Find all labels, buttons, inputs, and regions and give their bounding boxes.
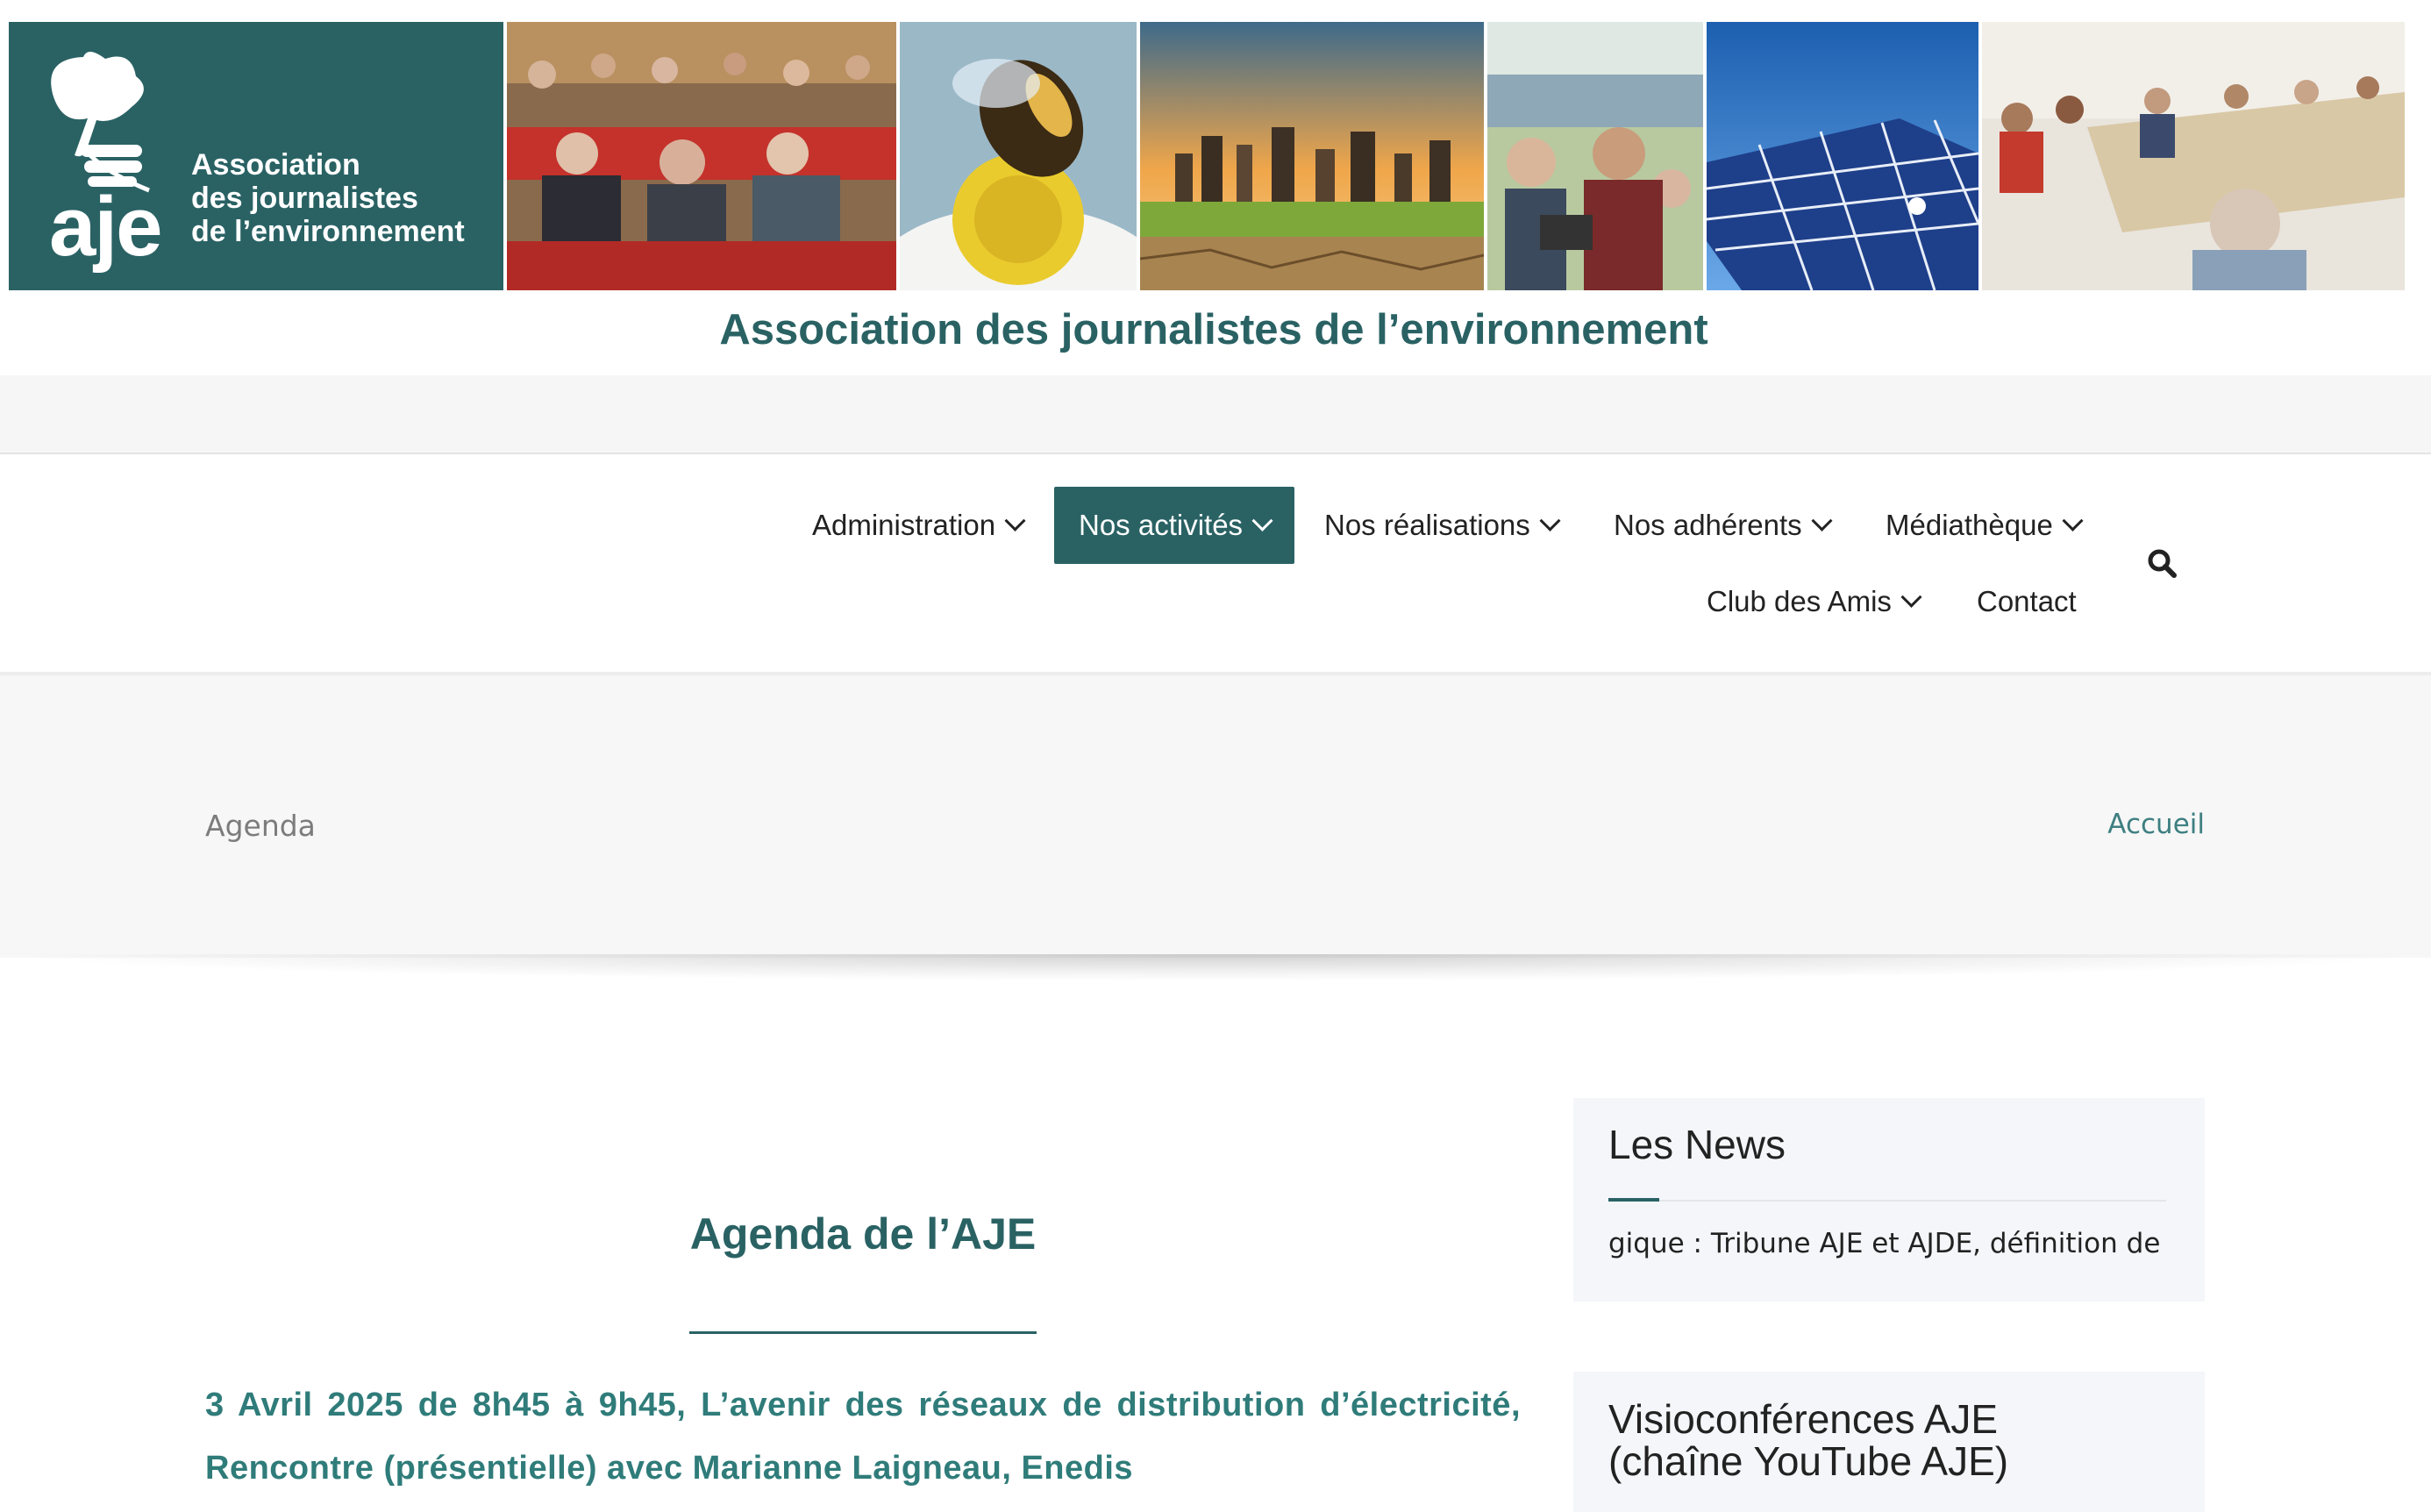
aje-logo[interactable]: aje Association des journalistes de l’en… xyxy=(9,22,503,290)
nav-item-label: Nos activités xyxy=(1079,509,1244,541)
top-bar xyxy=(0,375,2431,454)
nav-item-nos-activites[interactable]: Nos activités xyxy=(1054,487,1295,564)
photo-meeting-room xyxy=(1982,22,2405,290)
logo-line-1: Association xyxy=(191,148,360,182)
nav-item-label: Nos réalisations xyxy=(1324,509,1530,541)
nav-item-mediatheque[interactable]: Médiathèque xyxy=(1861,487,2105,564)
photo-solar-panels xyxy=(1707,22,1978,290)
header-shadow xyxy=(35,954,2396,981)
page-title: Agenda xyxy=(205,809,316,843)
logo-mark-text: aje xyxy=(49,180,162,274)
photo-field-trip xyxy=(1487,22,1703,290)
widget-divider-accent xyxy=(1608,1198,1659,1202)
banner-image-strip[interactable]: aje Association des journalistes de l’en… xyxy=(9,22,2408,290)
site-banner: aje Association des journalistes de l’en… xyxy=(0,0,2431,375)
search-icon[interactable] xyxy=(2145,546,2180,581)
nav-item-label: Administration xyxy=(812,509,996,541)
nav-item-label: Club des Amis xyxy=(1707,585,1892,617)
chevron-down-icon xyxy=(1900,586,1922,608)
nav-item-club-des-amis[interactable]: Club des Amis xyxy=(1682,563,1943,640)
title-divider xyxy=(689,1331,1037,1334)
chevron-down-icon xyxy=(1251,510,1273,531)
nav-item-nos-adherents[interactable]: Nos adhérents xyxy=(1589,487,1854,564)
main-navigation: Administration Nos activités Nos réalisa… xyxy=(0,454,2431,672)
widget-divider xyxy=(1608,1200,2166,1202)
nav-item-label: Contact xyxy=(1977,585,2077,617)
breadcrumb-home-link[interactable]: Accueil xyxy=(2107,809,2205,840)
video-widget: Visioconférences AJE (chaîne YouTube AJE… xyxy=(1573,1372,2205,1512)
ginkgo-leaf-icon xyxy=(51,51,150,193)
event-link[interactable]: 3 Avril 2025 de 8h45 à 9h45, L’avenir de… xyxy=(205,1373,1521,1500)
chevron-down-icon xyxy=(1811,510,1833,531)
news-widget-title: Les News xyxy=(1608,1122,1786,1167)
site-banner-title: Association des journalistes de l’enviro… xyxy=(719,306,1708,353)
nav-item-contact[interactable]: Contact xyxy=(1952,563,2101,640)
nav-item-label: Médiathèque xyxy=(1886,509,2053,541)
nav-item-nos-realisations[interactable]: Nos réalisations xyxy=(1300,487,1582,564)
logo-line-3: de l’environnement xyxy=(191,215,465,248)
chevron-down-icon xyxy=(1539,510,1561,531)
logo-caption: Association des journalistes de l’enviro… xyxy=(191,148,465,248)
video-widget-title: Visioconférences AJE (chaîne YouTube AJE… xyxy=(1608,1396,2009,1484)
logo-line-2: des journalistes xyxy=(191,182,418,215)
chevron-down-icon xyxy=(2062,510,2084,531)
chevron-down-icon xyxy=(1004,510,1026,531)
page-header xyxy=(0,672,2431,958)
news-ticker[interactable]: gique : Tribune AJE et AJDE, définition … xyxy=(1608,1228,2166,1259)
photo-city-drought xyxy=(1140,22,1484,290)
news-widget: Les News gique : Tribune AJE et AJDE, dé… xyxy=(1573,1098,2205,1302)
photo-bee xyxy=(900,22,1137,290)
article-title: Agenda de l’AJE xyxy=(689,1209,1037,1259)
nav-item-label: Nos adhérents xyxy=(1614,509,1802,541)
nav-item-administration[interactable]: Administration xyxy=(788,487,1047,564)
photo-audience xyxy=(507,22,896,290)
